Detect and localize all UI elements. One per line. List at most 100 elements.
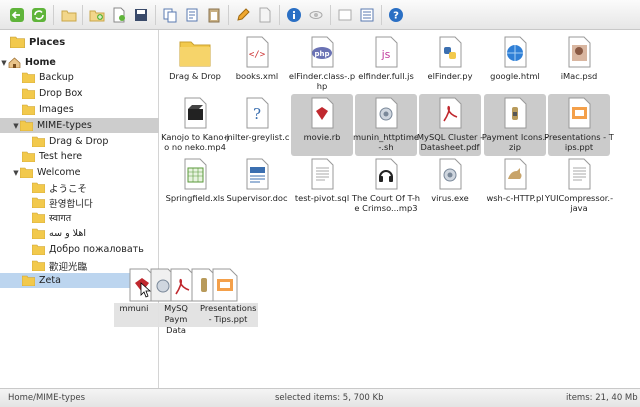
back-button[interactable]: [8, 6, 26, 24]
eye-icon: [309, 11, 323, 19]
file-item[interactable]: YUICompressor.-java: [545, 155, 613, 217]
help-button[interactable]: ?: [387, 6, 405, 24]
file-item[interactable]: virus.exe: [419, 155, 481, 217]
file-item[interactable]: Drag & Drop: [164, 33, 226, 95]
icons-view-button[interactable]: [336, 6, 354, 24]
file-item[interactable]: Springfield.xls: [164, 155, 226, 217]
folder-open-icon: [61, 10, 77, 22]
file-item[interactable]: Supervisor.doc: [226, 155, 288, 217]
sidebar-item-images[interactable]: Images: [0, 102, 180, 117]
video-file-icon: [184, 97, 207, 129]
svg-text:?: ?: [393, 11, 399, 22]
rename-button[interactable]: [234, 6, 252, 24]
drag-label: MySQ Paym Data: [154, 303, 198, 335]
places-folder-icon: [10, 36, 25, 48]
reload-button[interactable]: [30, 6, 48, 24]
file-item-selected[interactable]: Presentations - Tips.ppt: [544, 94, 614, 156]
file-name: YUICompressor.-java: [544, 193, 614, 213]
file-item[interactable]: wsh-c-HTTP.pl: [484, 155, 546, 217]
sidebar-item-testhere[interactable]: Test here: [0, 149, 180, 164]
file-name: elfinder.full.js: [358, 71, 414, 81]
folder-icon: [179, 41, 211, 67]
xml-file-icon: </>: [246, 36, 269, 68]
paste-icon: [208, 8, 220, 23]
info-icon: [287, 8, 301, 22]
exe-file-icon: [439, 158, 462, 190]
sidebar-item-label: MIME-types: [37, 120, 92, 131]
sidebar-item-label: Добро пожаловать: [49, 244, 144, 255]
edit-button[interactable]: [256, 6, 274, 24]
expand-arrow-icon[interactable]: ▼: [0, 59, 8, 67]
cut-icon: [186, 8, 198, 22]
back-icon: [10, 8, 24, 22]
file-name: wsh-c-HTTP.pl: [486, 193, 544, 203]
file-item[interactable]: Kanojo to Kano-jo no neko.mp4: [161, 94, 229, 156]
file-item[interactable]: php elFinder.class-.php: [289, 33, 355, 95]
file-item[interactable]: google.html: [484, 33, 546, 95]
help-icon: ?: [389, 8, 403, 22]
sidebar-item-label: 歡迎光臨: [49, 261, 88, 273]
new-file-icon: [113, 7, 125, 23]
js-file-icon: js: [375, 36, 398, 68]
folder-icon: [32, 182, 45, 193]
c-file-icon: ?: [246, 97, 269, 129]
open-button[interactable]: [60, 6, 78, 24]
file-item[interactable]: elFinder.py: [419, 33, 481, 95]
new-file-button[interactable]: [110, 6, 128, 24]
toolbar: ?: [0, 0, 640, 30]
drag-helper: mmuni MySQ Paym Data Presentations - Tip…: [110, 268, 260, 335]
file-item[interactable]: </> books.xml: [226, 33, 288, 95]
sidebar-item-welcome[interactable]: ▼ Welcome: [0, 165, 170, 180]
file-item[interactable]: ? milter-greylist.c: [225, 94, 289, 156]
expand-arrow-icon[interactable]: ▼: [12, 169, 20, 177]
file-name: Presentations - Tips.ppt: [544, 132, 614, 152]
sidebar-item-label: ようこそ: [49, 183, 88, 195]
paste-button[interactable]: [205, 6, 223, 24]
sidebar-item-home[interactable]: ▼ Home: [0, 55, 158, 70]
file-name: elFinder.class-.php: [288, 71, 356, 91]
file-item[interactable]: The Court Of T-he Crimso...mp3: [352, 155, 420, 217]
folder-icon: [32, 228, 45, 239]
file-item-selected[interactable]: Payment Icons.-zip: [482, 94, 548, 156]
file-name: virus.exe: [431, 193, 469, 203]
copy-button[interactable]: [161, 6, 179, 24]
file-item[interactable]: js elfinder.full.js: [355, 33, 417, 95]
drag-label: mmuni: [114, 303, 154, 327]
file-name: Kanojo to Kano-jo no neko.mp4: [161, 132, 229, 152]
folder-icon: [32, 244, 45, 255]
file-item[interactable]: iMac.psd: [548, 33, 610, 95]
sidebar-item-dropbox[interactable]: Drop Box: [0, 86, 180, 101]
html-file-icon: [504, 36, 527, 68]
file-name: google.html: [490, 71, 540, 81]
pencil-icon: [237, 8, 250, 21]
file-name: The Court Of T-he Crimso...mp3: [351, 193, 421, 213]
list-view-button[interactable]: [358, 6, 376, 24]
sidebar-item-label: Test here: [39, 151, 83, 162]
reload-icon: [32, 8, 46, 22]
status-bar: Home/MIME-types selected items: 5, 700 K…: [0, 388, 640, 407]
expand-arrow-icon[interactable]: ▼: [12, 122, 20, 130]
file-item-selected[interactable]: MySQL Cluster - Datasheet.pdf: [417, 94, 483, 156]
new-folder-button[interactable]: [88, 6, 106, 24]
psd-image-icon: [568, 36, 591, 68]
sidebar-item-label: اهلا و سه: [49, 228, 86, 239]
cursor-icon: [140, 282, 152, 298]
file-item-selected[interactable]: movie.rb: [291, 94, 353, 156]
folder-icon: [32, 136, 45, 147]
places-header[interactable]: Places: [10, 33, 65, 51]
sidebar-item-label: स्वागत: [49, 213, 72, 224]
preview-button[interactable]: [307, 6, 325, 24]
cut-button[interactable]: [183, 6, 201, 24]
sidebar-item-mimetypes[interactable]: ▼ MIME-types: [0, 118, 170, 133]
file-item[interactable]: test-pivot.sql: [291, 155, 353, 217]
sql-file-icon: [311, 158, 334, 190]
save-icon: [135, 9, 147, 21]
sidebar-item-backup[interactable]: Backup: [0, 70, 180, 85]
save-button[interactable]: [132, 6, 150, 24]
file-name: MySQL Cluster - Datasheet.pdf: [416, 132, 484, 152]
file-name: Drag & Drop: [169, 71, 221, 81]
file-item-selected[interactable]: munin_httptime-.sh: [353, 94, 419, 156]
pdf-file-icon: [439, 97, 462, 129]
sidebar-item-label: Welcome: [37, 167, 81, 178]
info-button[interactable]: [285, 6, 303, 24]
